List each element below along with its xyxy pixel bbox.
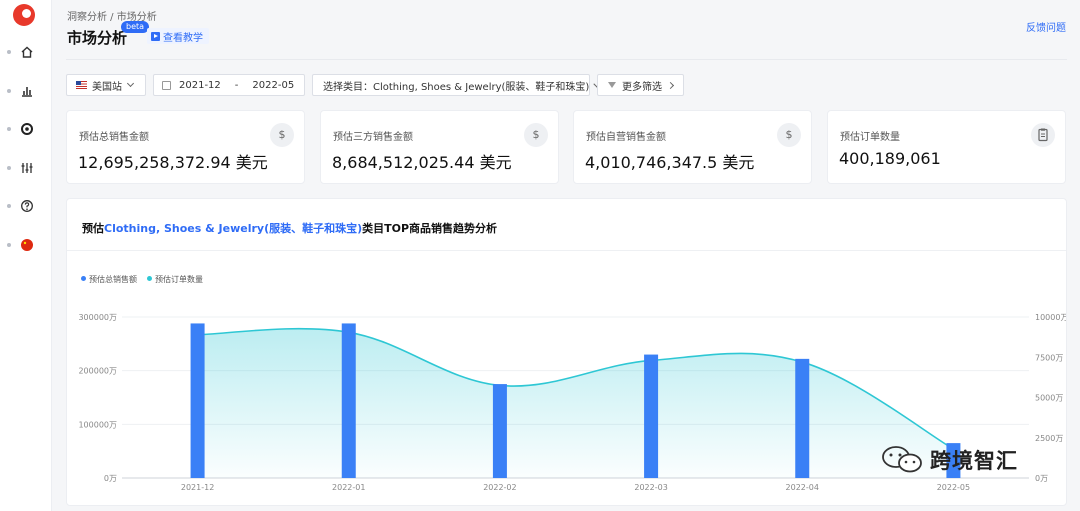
stat-label: 预估订单数量 bbox=[840, 132, 900, 143]
y-left-tick-label: 300000万 bbox=[78, 313, 117, 322]
stat-card-order-count: 预估订单数量 400,189,061 bbox=[827, 110, 1066, 184]
dollar-icon: $ bbox=[777, 123, 801, 147]
y-left-tick-label: 200000万 bbox=[78, 367, 117, 376]
x-tick-label: 2022-03 bbox=[634, 483, 667, 492]
watermark: 跨境智汇 bbox=[880, 445, 1018, 475]
nav-dot-icon bbox=[7, 127, 11, 131]
more-filters-button[interactable]: 更多筛选 bbox=[597, 74, 684, 96]
sales-bar bbox=[492, 384, 507, 478]
sales-bar bbox=[644, 354, 659, 478]
nav-dot-icon bbox=[7, 50, 11, 54]
stat-card-total-sales: 预估总销售金额 12,695,258,372.94 美元 $ bbox=[66, 110, 305, 184]
stat-value: 4,010,746,347.5 美元 bbox=[585, 153, 755, 172]
app-logo[interactable] bbox=[13, 4, 35, 26]
dollar-icon: $ bbox=[524, 123, 548, 147]
calendar-icon bbox=[162, 80, 171, 90]
header-divider bbox=[66, 59, 1067, 60]
sales-bar bbox=[341, 323, 356, 478]
y-right-tick-label: 5000万 bbox=[1035, 394, 1063, 403]
category-value: 选择类目：Clothing, Shoes & Jewelry(服装、鞋子和珠宝) bbox=[323, 81, 590, 93]
nav-dot-icon bbox=[7, 89, 11, 93]
stat-value: 12,695,258,372.94 美元 bbox=[78, 153, 268, 172]
stat-label: 预估总销售金额 bbox=[79, 132, 149, 143]
date-range-picker[interactable]: 2021-12 - 2022-05 bbox=[153, 74, 305, 96]
sidebar-item-help[interactable] bbox=[0, 196, 52, 216]
chevron-down-icon bbox=[126, 79, 135, 88]
help-icon bbox=[21, 200, 33, 212]
y-left-tick-label: 100000万 bbox=[78, 420, 117, 429]
us-flag-icon bbox=[76, 81, 87, 89]
category-select[interactable]: 选择类目：Clothing, Shoes & Jewelry(服装、鞋子和珠宝) bbox=[312, 74, 598, 96]
y-right-tick-label: 2500万 bbox=[1035, 434, 1063, 443]
y-left-tick-label: 0万 bbox=[104, 474, 117, 483]
home-icon bbox=[21, 46, 33, 58]
stat-card-third-party-sales: 预估三方销售金额 8,684,512,025.44 美元 $ bbox=[320, 110, 559, 184]
page-title: 市场分析 bbox=[67, 29, 128, 47]
bar-chart-icon bbox=[22, 87, 32, 97]
wechat-icon bbox=[882, 446, 922, 473]
play-icon bbox=[151, 31, 160, 41]
beta-badge: beta bbox=[121, 21, 150, 33]
chevron-right-icon bbox=[666, 81, 675, 89]
sidebar-item-insight[interactable] bbox=[0, 119, 52, 139]
y-right-tick-label: 7500万 bbox=[1035, 353, 1063, 362]
sales-bar bbox=[190, 323, 205, 478]
sidebar-item-region[interactable] bbox=[0, 235, 52, 255]
target-icon bbox=[21, 123, 33, 135]
nav-dot-icon bbox=[7, 204, 11, 208]
site-value: 美国站 bbox=[92, 81, 122, 93]
sidebar-item-tools[interactable] bbox=[0, 158, 52, 178]
sidebar-item-analytics[interactable] bbox=[0, 81, 52, 101]
clipboard-icon bbox=[1031, 123, 1055, 147]
watermark-text: 跨境智汇 bbox=[930, 449, 1018, 473]
stat-card-self-operated-sales: 预估自营销售金额 4,010,746,347.5 美元 $ bbox=[573, 110, 812, 184]
tutorial-button[interactable]: 查看教学 bbox=[147, 28, 209, 44]
order-count-area bbox=[197, 328, 954, 478]
stat-value: 8,684,512,025.44 美元 bbox=[332, 153, 512, 172]
feedback-link[interactable]: 反馈问题 bbox=[1026, 19, 1066, 34]
dollar-icon: $ bbox=[270, 123, 294, 147]
nav-dot-icon bbox=[7, 166, 11, 170]
x-tick-label: 2022-01 bbox=[332, 483, 365, 492]
nav-dot-icon bbox=[7, 243, 11, 247]
x-tick-label: 2022-05 bbox=[937, 483, 970, 492]
x-tick-label: 2022-04 bbox=[786, 483, 819, 492]
sidebar-item-home[interactable] bbox=[0, 42, 52, 62]
date-separator: - bbox=[234, 79, 239, 91]
filter-icon bbox=[608, 82, 616, 88]
site-select[interactable]: 美国站 bbox=[66, 74, 146, 96]
sales-bar bbox=[795, 358, 810, 478]
date-end: 2022-05 bbox=[252, 79, 295, 91]
date-start: 2021-12 bbox=[179, 79, 221, 91]
x-tick-label: 2021-12 bbox=[181, 483, 214, 492]
tutorial-label: 查看教学 bbox=[163, 32, 203, 44]
china-flag-icon bbox=[21, 239, 33, 251]
left-sidebar bbox=[0, 0, 52, 511]
stat-label: 预估三方销售金额 bbox=[333, 132, 413, 143]
x-tick-label: 2022-02 bbox=[483, 483, 516, 492]
y-right-tick-label: 0万 bbox=[1035, 474, 1048, 483]
more-filters-label: 更多筛选 bbox=[622, 81, 662, 93]
stat-label: 预估自营销售金额 bbox=[586, 132, 666, 143]
stat-value: 400,189,061 bbox=[839, 149, 941, 168]
y-right-tick-label: 10000万 bbox=[1035, 313, 1066, 322]
sliders-icon bbox=[21, 163, 33, 173]
